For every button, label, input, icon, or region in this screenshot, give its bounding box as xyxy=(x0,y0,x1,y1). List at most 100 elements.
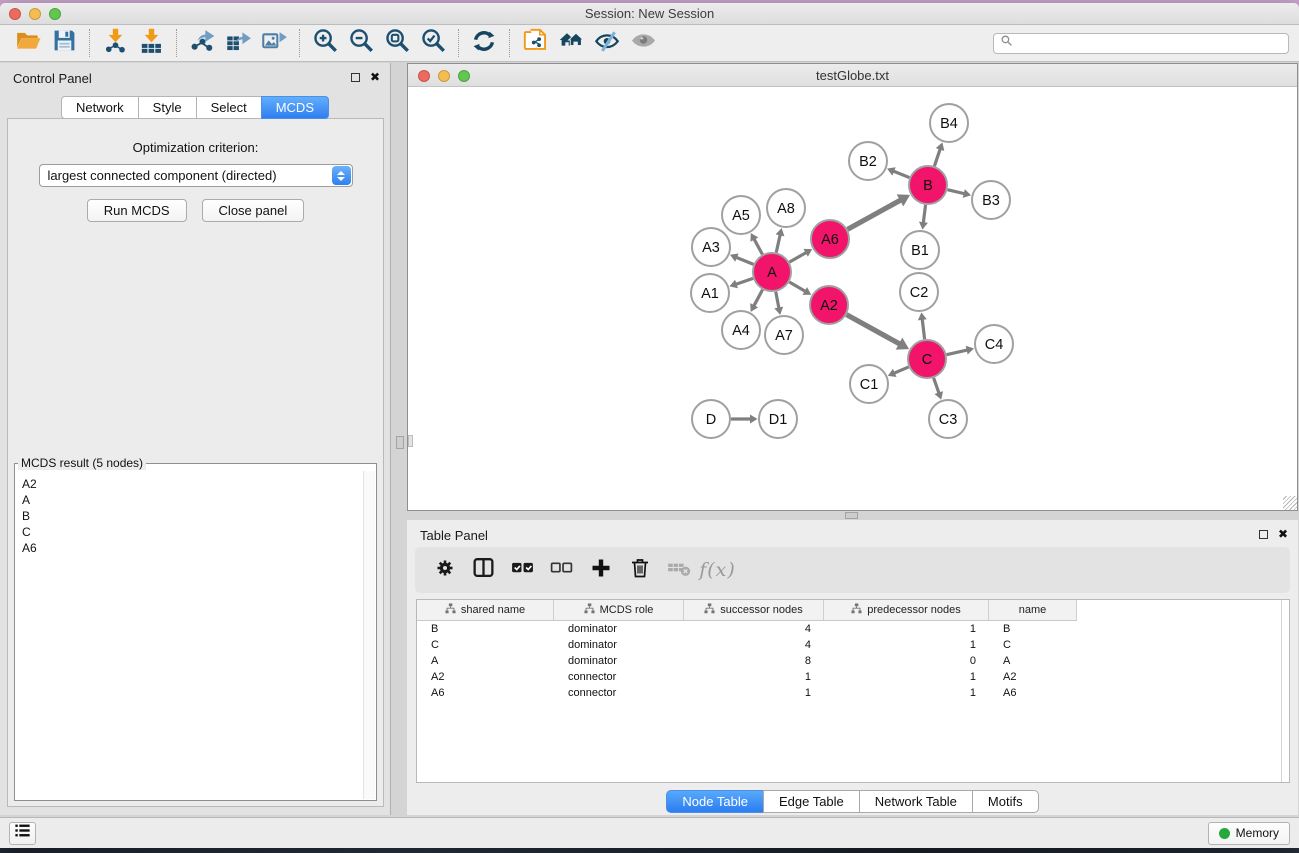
select-all-button[interactable] xyxy=(506,554,539,586)
table-cell[interactable]: A xyxy=(989,655,1077,667)
graph-node-D[interactable]: D xyxy=(692,400,730,438)
table-cell[interactable]: A6 xyxy=(989,687,1077,699)
memory-button[interactable]: Memory xyxy=(1208,822,1290,845)
graph-node-C2[interactable]: C2 xyxy=(900,273,938,311)
resize-grip-icon[interactable] xyxy=(1283,496,1297,510)
export-image-button[interactable] xyxy=(256,28,292,59)
table-cell[interactable]: 4 xyxy=(684,623,824,635)
hide-selected-button[interactable] xyxy=(589,28,625,59)
tab-mcds[interactable]: MCDS xyxy=(261,96,329,119)
result-item[interactable]: A6 xyxy=(16,540,362,556)
close-window-button[interactable] xyxy=(9,8,21,20)
zoom-out-button[interactable] xyxy=(343,28,379,59)
export-network-button[interactable] xyxy=(184,28,220,59)
search-input[interactable] xyxy=(1017,35,1282,51)
edge-B-B2[interactable] xyxy=(893,171,909,178)
column-header-predecessor-nodes[interactable]: predecessor nodes xyxy=(824,600,989,621)
table-cell[interactable]: A2 xyxy=(417,671,554,683)
graph-node-A[interactable]: A xyxy=(753,253,791,291)
graph-node-A4[interactable]: A4 xyxy=(722,311,760,349)
graph-node-B3[interactable]: B3 xyxy=(972,181,1010,219)
table-row[interactable]: Cdominator41C xyxy=(417,637,1289,653)
table-cell[interactable]: connector xyxy=(554,687,684,699)
new-network-from-selection-button[interactable] xyxy=(517,28,553,59)
graph-node-A5[interactable]: A5 xyxy=(722,196,760,234)
zoom-fit-button[interactable] xyxy=(379,28,415,59)
table-cell[interactable]: A xyxy=(417,655,554,667)
graph-node-D1[interactable]: D1 xyxy=(759,400,797,438)
table-cell[interactable]: 1 xyxy=(824,687,989,699)
table-cell[interactable]: 1 xyxy=(684,671,824,683)
edge-A2-C[interactable] xyxy=(847,315,900,344)
edge-C-C2[interactable] xyxy=(922,319,924,339)
table-float-panel-icon[interactable] xyxy=(1259,530,1268,539)
edge-C-C3[interactable] xyxy=(934,378,939,394)
edge-B-B1[interactable] xyxy=(923,205,925,223)
close-panel-icon[interactable]: ✖ xyxy=(370,71,380,83)
table-cell[interactable]: 4 xyxy=(684,639,824,651)
network-close-button[interactable] xyxy=(418,70,430,82)
result-item[interactable]: C xyxy=(16,524,362,540)
import-network-button[interactable] xyxy=(97,28,133,59)
table-cell[interactable]: 1 xyxy=(824,623,989,635)
result-scrollbar[interactable] xyxy=(363,471,375,799)
graph-node-C1[interactable]: C1 xyxy=(850,365,888,403)
zoom-selected-button[interactable] xyxy=(415,28,451,59)
edge-A-A1[interactable] xyxy=(736,278,753,284)
table-row[interactable]: Bdominator41B xyxy=(417,621,1289,637)
edge-C-C4[interactable] xyxy=(947,350,968,355)
tab-network-table[interactable]: Network Table xyxy=(859,790,973,813)
graph-node-A1[interactable]: A1 xyxy=(691,274,729,312)
tab-edge-table[interactable]: Edge Table xyxy=(763,790,860,813)
export-table-button[interactable] xyxy=(220,28,256,59)
refresh-button[interactable] xyxy=(466,28,502,59)
network-graph[interactable]: B4B2BB3A8A5A6A3B1AC2A1A2A4A7C4CC1C3DD1 xyxy=(408,88,1297,510)
close-panel-button[interactable]: Close panel xyxy=(202,199,305,222)
run-mcds-button[interactable]: Run MCDS xyxy=(87,199,187,222)
table-cell[interactable]: C xyxy=(989,639,1077,651)
table-cell[interactable]: C xyxy=(417,639,554,651)
table-cell[interactable]: 1 xyxy=(824,639,989,651)
table-cell[interactable]: connector xyxy=(554,671,684,683)
tab-select[interactable]: Select xyxy=(196,96,262,119)
graph-node-C3[interactable]: C3 xyxy=(929,400,967,438)
graph-node-A7[interactable]: A7 xyxy=(765,316,803,354)
tab-network[interactable]: Network xyxy=(61,96,139,119)
first-neighbors-button[interactable] xyxy=(553,28,589,59)
edge-A-A2[interactable] xyxy=(789,282,805,291)
edge-A-A7[interactable] xyxy=(776,292,779,309)
tab-node-table[interactable]: Node Table xyxy=(666,790,764,813)
result-item[interactable]: A2 xyxy=(16,476,362,492)
horizontal-split-handle[interactable] xyxy=(845,512,858,519)
open-file-button[interactable] xyxy=(10,28,46,59)
minimize-window-button[interactable] xyxy=(29,8,41,20)
table-cell[interactable]: A2 xyxy=(989,671,1077,683)
vertical-split-handle[interactable] xyxy=(396,436,404,449)
edge-A-A3[interactable] xyxy=(736,257,754,264)
edge-C-C1[interactable] xyxy=(894,367,909,373)
network-minimize-button[interactable] xyxy=(438,70,450,82)
edge-A-A6[interactable] xyxy=(789,252,806,262)
table-cell[interactable]: dominator xyxy=(554,639,684,651)
show-all-button[interactable] xyxy=(625,28,661,59)
float-panel-icon[interactable] xyxy=(351,73,360,82)
save-session-button[interactable] xyxy=(46,28,82,59)
table-cell[interactable]: dominator xyxy=(554,623,684,635)
delete-column-button[interactable] xyxy=(623,554,656,586)
graph-node-A8[interactable]: A8 xyxy=(767,189,805,227)
column-header-MCDS-role[interactable]: MCDS role xyxy=(554,600,684,621)
optimization-select[interactable]: largest connected component (directed) xyxy=(39,164,353,187)
network-zoom-button[interactable] xyxy=(458,70,470,82)
search-field[interactable] xyxy=(993,33,1289,54)
add-column-button[interactable] xyxy=(584,554,617,586)
table-row[interactable]: A6connector11A6 xyxy=(417,685,1289,701)
task-history-button[interactable] xyxy=(9,822,36,845)
table-cell[interactable]: 8 xyxy=(684,655,824,667)
tab-style[interactable]: Style xyxy=(138,96,197,119)
table-cell[interactable]: dominator xyxy=(554,655,684,667)
result-item[interactable]: A xyxy=(16,492,362,508)
table-cell[interactable]: 1 xyxy=(824,671,989,683)
graph-node-A6[interactable]: A6 xyxy=(811,220,849,258)
column-header-name[interactable]: name xyxy=(989,600,1077,621)
graph-node-B[interactable]: B xyxy=(909,166,947,204)
